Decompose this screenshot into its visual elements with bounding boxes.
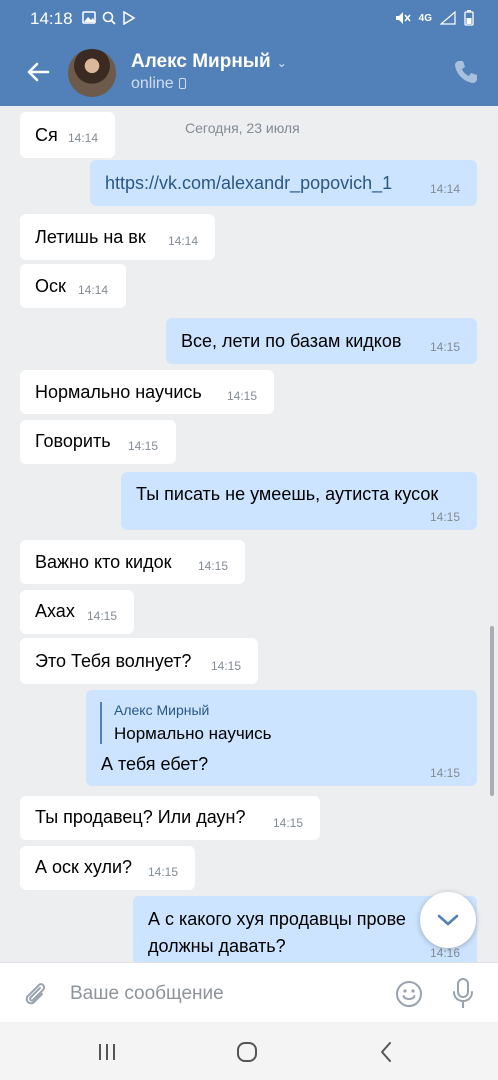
contact-name[interactable]: Алекс Мирный ⌄: [131, 51, 287, 73]
back-nav-icon[interactable]: [372, 1038, 402, 1066]
mobile-icon: [178, 78, 186, 89]
message-time: 14:15: [198, 559, 229, 573]
notification-icons: [82, 11, 136, 25]
message-text: А тебя ебет?: [101, 754, 209, 774]
message-text: Важно кто кидок: [35, 552, 172, 572]
avatar[interactable]: [68, 49, 116, 97]
message-text: Ты продавец? Или даун?: [35, 807, 246, 827]
message-time: 14:15: [87, 609, 118, 623]
reply-text: Нормально научись: [114, 724, 272, 743]
message-time: 14:15: [227, 389, 258, 403]
message-text: Нормально научись: [35, 382, 202, 402]
message-time: 14:15: [273, 816, 304, 830]
message-in[interactable]: А оск хули? 14:15: [20, 846, 195, 890]
status-bar: 14:18 4G: [0, 0, 498, 40]
message-text: Летишь на вк: [35, 227, 146, 247]
message-out-reply[interactable]: Алекс Мирный Нормально научись А тебя еб…: [86, 690, 477, 786]
message-out[interactable]: Ты писать не умеешь, аутиста кусок 14:15: [121, 472, 477, 530]
microphone-icon[interactable]: [450, 977, 476, 1011]
message-text: Это Тебя волнует?: [35, 651, 192, 671]
message-time: 14:15: [430, 766, 461, 780]
back-arrow-icon[interactable]: [22, 56, 54, 88]
message-in[interactable]: Важно кто кидок 14:15: [20, 540, 245, 584]
home-icon[interactable]: [232, 1038, 262, 1066]
message-in[interactable]: Ты продавец? Или даун? 14:15: [20, 796, 320, 840]
message-in[interactable]: Говорить 14:15: [20, 420, 176, 464]
message-time: 14:15: [211, 659, 242, 673]
smile-icon[interactable]: [394, 979, 424, 1009]
message-time: 14:15: [128, 439, 159, 453]
message-time: 14:14: [430, 182, 461, 196]
message-input[interactable]: [70, 981, 370, 1007]
phone-icon[interactable]: [452, 58, 480, 86]
message-time: 14:14: [78, 283, 109, 297]
message-list[interactable]: Ся 14:14 Сегодня, 23 июля https://vk.com…: [0, 106, 498, 962]
message-time: 14:15: [430, 510, 461, 524]
contact-status: online: [131, 75, 186, 93]
scroll-down-button[interactable]: [420, 892, 476, 948]
message-text-line1: А с какого хуя продавцы прове: [148, 909, 406, 929]
mute-icon: [395, 12, 411, 24]
message-time: 14:14: [168, 234, 199, 248]
system-icons: 4G: [395, 10, 474, 26]
scrollbar[interactable]: [490, 626, 494, 796]
message-time: 14:16: [430, 946, 461, 960]
message-in[interactable]: Оск 14:14: [20, 264, 126, 308]
message-text: Говорить: [35, 431, 111, 451]
message-link[interactable]: https://vk.com/alexandr_popovich_1: [105, 173, 392, 194]
battery-icon: [464, 10, 474, 26]
message-text: Ся: [35, 125, 58, 145]
message-in[interactable]: Ся 14:14: [20, 112, 115, 158]
gallery-icon: [82, 11, 96, 24]
message-composer: [0, 962, 498, 1022]
chevron-down-icon: [437, 914, 459, 926]
message-in[interactable]: Это Тебя волнует? 14:15: [20, 638, 258, 684]
reply-bar: [100, 702, 102, 744]
message-out[interactable]: Все, лети по базам кидков 14:15: [166, 318, 477, 364]
message-text: Все, лети по базам кидков: [181, 331, 402, 351]
message-text: А оск хули?: [35, 857, 133, 877]
message-in[interactable]: Летишь на вк 14:14: [20, 214, 215, 260]
message-in[interactable]: Ахах 14:15: [20, 590, 134, 634]
paperclip-icon[interactable]: [20, 979, 50, 1009]
status-text: online: [131, 75, 174, 92]
play-store-icon: [123, 11, 136, 25]
clock: 14:18: [30, 9, 73, 28]
recent-apps-icon[interactable]: [92, 1038, 122, 1066]
reply-author[interactable]: Алекс Мирный: [114, 702, 209, 718]
date-separator: Сегодня, 23 июля: [185, 120, 300, 136]
message-text-line2: должны давать?: [148, 936, 286, 956]
message-time: 14:15: [148, 865, 179, 879]
chat-header: Алекс Мирный ⌄ online: [0, 40, 498, 106]
network-label: 4G: [418, 12, 432, 24]
message-time: 14:14: [68, 131, 99, 145]
chevron-down-icon: ⌄: [276, 56, 287, 70]
message-out[interactable]: https://vk.com/alexandr_popovich_1 14:14: [90, 160, 477, 206]
contact-name-text: Алекс Мирный: [131, 51, 271, 72]
message-text: Ты писать не умеешь, аутиста кусок: [136, 484, 439, 504]
search-icon: [102, 11, 116, 25]
system-navigation-bar: [0, 1022, 498, 1080]
message-text: Ахах: [35, 601, 75, 621]
message-time: 14:15: [430, 340, 461, 354]
signal-icon: [440, 11, 456, 25]
message-text: Оск: [35, 276, 66, 296]
message-in[interactable]: Нормально научись 14:15: [20, 370, 274, 414]
